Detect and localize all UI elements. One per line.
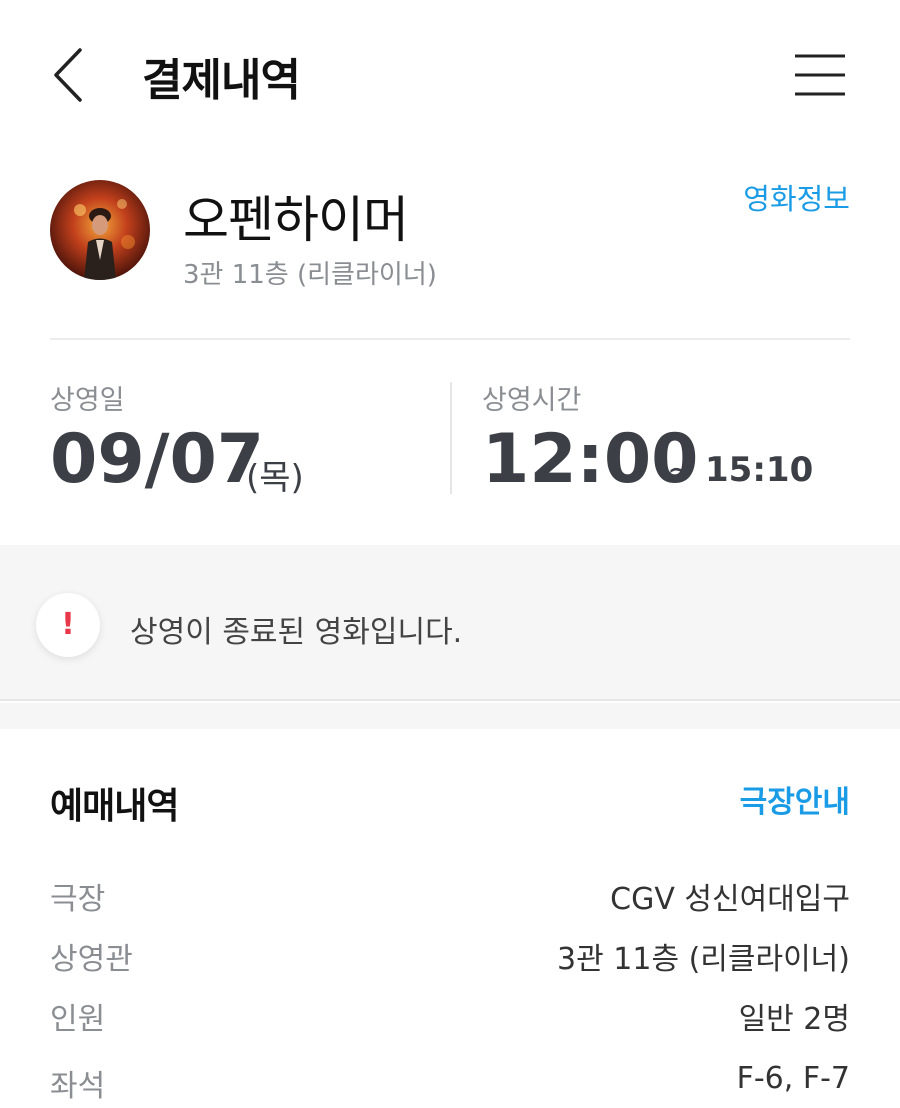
booking-section: 예매내역 극장안내 극장 CGV 성신여대입구 상영관 3관 11층 (리클라이… — [0, 729, 900, 1108]
menu-button[interactable] — [790, 50, 850, 102]
detail-row-screen: 상영관 3관 11층 (리클라이너) — [50, 934, 850, 980]
booking-title: 예매내역 — [50, 786, 179, 827]
section-gap — [0, 703, 900, 729]
row-label: 인원 — [50, 1002, 106, 1037]
theater-info-link[interactable]: 극장안내 — [740, 777, 850, 821]
start-time: 12:00 — [482, 420, 699, 499]
row-label: 극장 — [50, 882, 106, 917]
back-button[interactable] — [46, 44, 96, 106]
row-label: 상영관 — [50, 942, 133, 977]
end-time: 15:10 — [705, 450, 814, 490]
time-label: 상영시간 — [482, 385, 582, 416]
poster-image — [50, 180, 150, 280]
vertical-divider — [450, 382, 452, 494]
date-label: 상영일 — [50, 385, 125, 416]
row-value: 일반 2명 — [738, 1002, 850, 1037]
movie-poster[interactable] — [50, 180, 150, 280]
alert-icon: ! — [36, 593, 100, 657]
detail-row-theater: 극장 CGV 성신여대입구 — [50, 874, 850, 920]
movie-hall: 3관 11층 (리클라이너) — [183, 260, 437, 290]
movie-summary: 오펜하이머 3관 11층 (리클라이너) 영화정보 — [0, 150, 900, 340]
screening-day: (목) — [246, 458, 304, 498]
app-header: 결제내역 — [0, 0, 900, 150]
schedule-section: 상영일 09/07 (목) 상영시간 12:00 ~ 15:10 — [0, 340, 900, 545]
row-value: CGV 성신여대입구 — [610, 882, 850, 917]
row-label: 좌석 — [50, 1069, 106, 1104]
time-separator: ~ — [667, 450, 694, 488]
chevron-left-icon — [54, 48, 82, 102]
detail-row-people: 인원 일반 2명 — [50, 994, 850, 1040]
ended-notice: ! 상영이 종료된 영화입니다. — [0, 545, 900, 701]
movie-info-link[interactable]: 영화정보 — [743, 176, 850, 218]
notice-text: 상영이 종료된 영화입니다. — [130, 615, 463, 650]
movie-title: 오펜하이머 — [183, 191, 409, 249]
hamburger-menu-icon — [795, 54, 845, 96]
page-title: 결제내역 — [142, 55, 301, 106]
detail-row-seats: 좌석 F-6, F-7 — [50, 1061, 850, 1107]
screening-date: 09/07 — [50, 420, 265, 499]
row-value: F-6, F-7 — [736, 1061, 850, 1096]
row-value: 3관 11층 (리클라이너) — [557, 942, 850, 977]
